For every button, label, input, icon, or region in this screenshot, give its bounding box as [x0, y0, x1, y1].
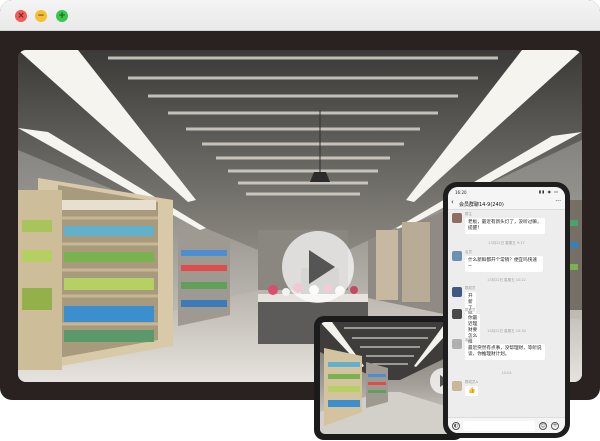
- avatar[interactable]: [452, 287, 462, 297]
- avatar[interactable]: [452, 381, 462, 391]
- chat-screen: 16:20 ▮▮ ◉ ▭ ‹ 会员群聊14-9(240) ··· 群主 老板，最…: [448, 187, 565, 433]
- message-sender: 客服: [465, 338, 472, 342]
- voice-icon[interactable]: ◐: [452, 422, 460, 430]
- message-timestamp: 10:04: [501, 371, 512, 375]
- chat-header: ‹ 会员群聊14-9(240) ···: [448, 197, 565, 210]
- message-bubble[interactable]: 什么新鲜都开个常销？便宜吗快速~: [465, 256, 543, 272]
- message-timestamp: 13月22日 星期五 9:17: [488, 241, 525, 245]
- emoji-icon[interactable]: ☺: [539, 422, 547, 430]
- play-button[interactable]: [282, 231, 354, 303]
- tablet-device: [314, 316, 464, 440]
- play-icon: [309, 250, 335, 284]
- more-icon[interactable]: ···: [555, 198, 561, 205]
- message-list[interactable]: 群主 老板，最近有新头灯了，没听过嘛，提醒！ 13月22日 星期五 9:17 会…: [448, 211, 565, 417]
- phone-device: 16:20 ▮▮ ◉ ▭ ‹ 会员群聊14-9(240) ··· 群主 老板，最…: [443, 182, 570, 438]
- avatar[interactable]: [452, 309, 462, 319]
- message-timestamp: 13月22日 星期五 10:30: [487, 329, 526, 333]
- message-sender: 群成员: [465, 308, 476, 312]
- back-icon[interactable]: ‹: [451, 199, 454, 206]
- message-sender: 会员: [465, 250, 472, 254]
- message-bubble[interactable]: 👍: [465, 386, 479, 396]
- avatar[interactable]: [452, 213, 462, 223]
- title-bar: × − +: [0, 0, 600, 31]
- message-input[interactable]: [463, 421, 535, 431]
- message-sender: 群成员: [465, 286, 476, 290]
- message-sender: 群主: [465, 212, 472, 216]
- message-timestamp: 13月22日 星期五 10:22: [487, 278, 526, 282]
- avatar[interactable]: [452, 339, 462, 349]
- status-time: 16:20: [455, 190, 467, 195]
- minimize-button[interactable]: −: [35, 10, 47, 22]
- close-button[interactable]: ×: [15, 10, 27, 22]
- status-icons: ▮▮ ◉ ▭: [538, 189, 559, 194]
- message-bubble[interactable]: 老板，最近有新头灯了，没听过嘛，提醒！: [465, 218, 545, 234]
- avatar[interactable]: [452, 251, 462, 261]
- chat-title: 会员群聊14-9(240): [459, 202, 504, 208]
- message-sender: 群成员A: [465, 380, 478, 384]
- add-icon[interactable]: +: [551, 422, 559, 430]
- message-bubble[interactable]: 最近突然有点事，没帮理财，等听说谈，你推理财计划。: [465, 344, 545, 360]
- chat-input-bar: ◐ ☺ +: [448, 417, 565, 433]
- status-bar: 16:20 ▮▮ ◉ ▭: [448, 187, 565, 197]
- tablet-video[interactable]: [320, 322, 458, 434]
- zoom-button[interactable]: +: [56, 10, 68, 22]
